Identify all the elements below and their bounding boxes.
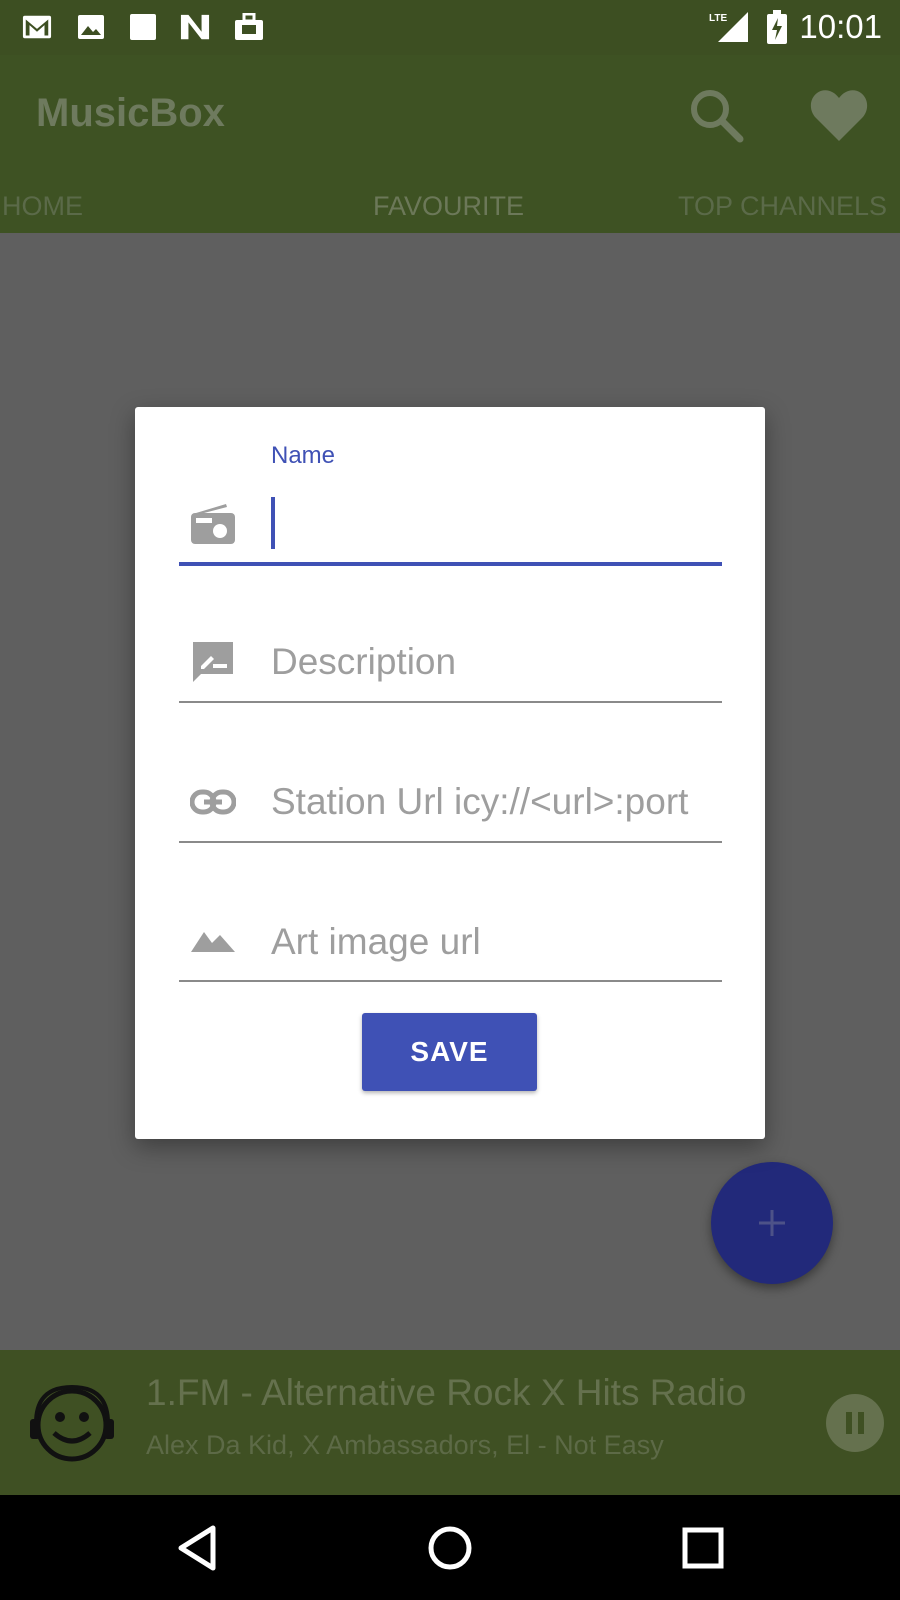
description-underline xyxy=(179,701,722,703)
name-label: Name xyxy=(271,442,336,469)
track-artist: Alex Da Kid, X Ambassadors, El - Not Eas… xyxy=(146,1430,664,1460)
radio-icon xyxy=(190,501,236,547)
tab-top-channels[interactable]: TOP CHANNELS xyxy=(678,191,887,222)
clock: 10:01 xyxy=(799,8,882,45)
art-image-url-field[interactable] xyxy=(271,915,721,969)
square-icon xyxy=(128,12,158,42)
n-icon xyxy=(180,12,210,42)
link-icon xyxy=(190,779,236,825)
home-icon[interactable] xyxy=(417,1515,483,1581)
recents-icon[interactable] xyxy=(670,1515,736,1581)
app-title: MusicBox xyxy=(36,91,225,135)
pause-icon xyxy=(846,1412,864,1434)
image-icon xyxy=(76,12,106,42)
heart-icon[interactable] xyxy=(808,85,870,147)
add-station-dialog: Name SAVE xyxy=(135,407,765,1139)
smiley-headphones-icon xyxy=(28,1383,116,1463)
tab-home[interactable]: HOME xyxy=(2,191,83,222)
navigation-bar xyxy=(0,1495,900,1600)
name-underline xyxy=(179,562,722,566)
briefcase-icon xyxy=(234,12,264,42)
text-cursor xyxy=(271,497,275,549)
svg-text:LTE: LTE xyxy=(709,13,727,24)
status-bar: LTE 10:01 xyxy=(0,0,900,55)
track-title: 1.FM - Alternative Rock X Hits Radio xyxy=(146,1372,747,1413)
plus-icon xyxy=(759,1210,785,1236)
battery-charging-icon xyxy=(764,10,790,44)
landscape-icon xyxy=(190,917,236,963)
tab-bar: HOME FAVOURITE TOP CHANNELS xyxy=(0,175,900,233)
pause-button[interactable] xyxy=(826,1394,884,1452)
tab-favourite[interactable]: FAVOURITE xyxy=(373,191,524,222)
description-field[interactable] xyxy=(271,635,721,689)
search-icon[interactable] xyxy=(686,85,746,145)
save-button[interactable]: SAVE xyxy=(362,1013,537,1091)
add-station-button[interactable] xyxy=(711,1162,833,1284)
description-icon xyxy=(190,639,236,685)
now-playing-bar[interactable]: 1.FM - Alternative Rock X Hits Radio Ale… xyxy=(0,1350,900,1495)
art-image-url-underline xyxy=(179,980,722,982)
gmail-icon xyxy=(22,12,52,42)
station-url-field[interactable] xyxy=(271,775,721,829)
app-bar: MusicBox xyxy=(0,55,900,175)
lte-signal-icon: LTE xyxy=(706,12,752,42)
back-icon[interactable] xyxy=(164,1515,230,1581)
station-name-field[interactable] xyxy=(271,499,721,553)
station-url-underline xyxy=(179,841,722,843)
